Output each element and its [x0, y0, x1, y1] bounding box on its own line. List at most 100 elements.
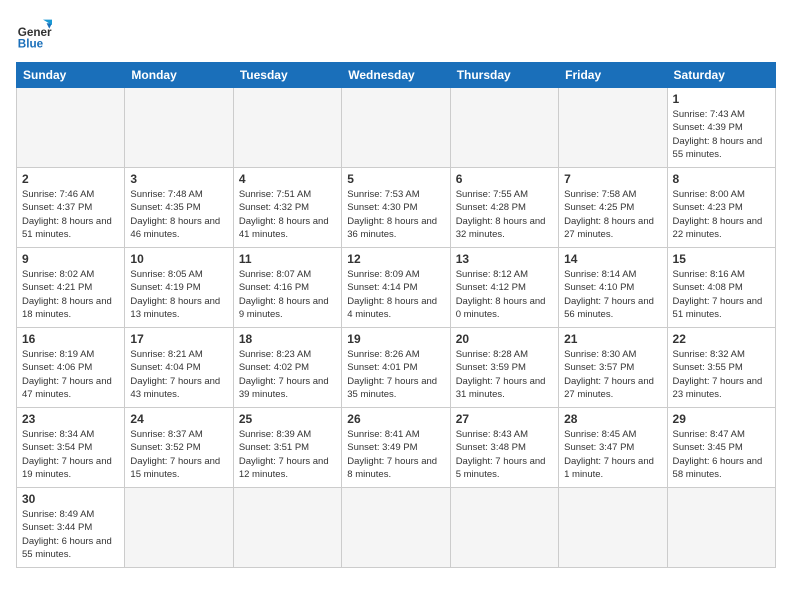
- day-info: Sunrise: 8:43 AM Sunset: 3:48 PM Dayligh…: [456, 428, 553, 481]
- day-cell: [17, 88, 125, 168]
- day-info: Sunrise: 7:51 AM Sunset: 4:32 PM Dayligh…: [239, 188, 336, 241]
- day-cell: 17Sunrise: 8:21 AM Sunset: 4:04 PM Dayli…: [125, 328, 233, 408]
- day-number: 25: [239, 412, 336, 426]
- day-info: Sunrise: 8:47 AM Sunset: 3:45 PM Dayligh…: [673, 428, 770, 481]
- logo-icon: General Blue: [16, 16, 52, 52]
- day-number: 6: [456, 172, 553, 186]
- day-cell: [559, 488, 667, 568]
- day-cell: 30 Sunrise: 8:49 AM Sunset: 3:44 PM Dayli…: [17, 488, 125, 568]
- day-info: Sunrise: 8:32 AM Sunset: 3:55 PM Dayligh…: [673, 348, 770, 401]
- day-cell: 21Sunrise: 8:30 AM Sunset: 3:57 PM Dayli…: [559, 328, 667, 408]
- day-cell: 18Sunrise: 8:23 AM Sunset: 4:02 PM Dayli…: [233, 328, 341, 408]
- day-cell: 26 Sunrise: 8:41 AM Sunset: 3:49 PM Dayli…: [342, 408, 450, 488]
- day-number: 23: [22, 412, 119, 426]
- day-info: Sunrise: 8:19 AM Sunset: 4:06 PM Dayligh…: [22, 348, 119, 401]
- day-cell: 10Sunrise: 8:05 AM Sunset: 4:19 PM Dayli…: [125, 248, 233, 328]
- day-number: 28: [564, 412, 661, 426]
- calendar: SundayMondayTuesdayWednesdayThursdayFrid…: [16, 62, 776, 568]
- day-info: Sunrise: 7:53 AM Sunset: 4:30 PM Dayligh…: [347, 188, 444, 241]
- day-number: 24: [130, 412, 227, 426]
- day-number: 13: [456, 252, 553, 266]
- day-number: 12: [347, 252, 444, 266]
- day-info: Sunrise: 8:16 AM Sunset: 4:08 PM Dayligh…: [673, 268, 770, 321]
- day-info: Sunrise: 7:46 AM Sunset: 4:37 PM Dayligh…: [22, 188, 119, 241]
- day-number: 26: [347, 412, 444, 426]
- day-cell: 27 Sunrise: 8:43 AM Sunset: 3:48 PM Dayli…: [450, 408, 558, 488]
- day-cell: 14 Sunrise: 8:14 AM Sunset: 4:10 PM Dayli…: [559, 248, 667, 328]
- day-cell: 15 Sunrise: 8:16 AM Sunset: 4:08 PM Dayli…: [667, 248, 775, 328]
- day-info: Sunrise: 8:21 AM Sunset: 4:04 PM Dayligh…: [130, 348, 227, 401]
- day-number: 14: [564, 252, 661, 266]
- day-cell: [667, 488, 775, 568]
- day-cell: 8Sunrise: 8:00 AM Sunset: 4:23 PM Daylig…: [667, 168, 775, 248]
- day-cell: 13 Sunrise: 8:12 AM Sunset: 4:12 PM Dayli…: [450, 248, 558, 328]
- day-number: 7: [564, 172, 661, 186]
- day-info: Sunrise: 8:14 AM Sunset: 4:10 PM Dayligh…: [564, 268, 661, 321]
- day-cell: 28Sunrise: 8:45 AM Sunset: 3:47 PM Dayli…: [559, 408, 667, 488]
- day-cell: [125, 88, 233, 168]
- weekday-monday: Monday: [125, 63, 233, 88]
- day-info: Sunrise: 8:07 AM Sunset: 4:16 PM Dayligh…: [239, 268, 336, 321]
- day-cell: 1 Sunrise: 7:43 AM Sunset: 4:39 PM Daylig…: [667, 88, 775, 168]
- weekday-tuesday: Tuesday: [233, 63, 341, 88]
- logo: General Blue: [16, 16, 52, 52]
- day-number: 19: [347, 332, 444, 346]
- weekday-sunday: Sunday: [17, 63, 125, 88]
- day-info: Sunrise: 8:49 AM Sunset: 3:44 PM Dayligh…: [22, 508, 119, 561]
- day-cell: [233, 488, 341, 568]
- day-info: Sunrise: 8:00 AM Sunset: 4:23 PM Dayligh…: [673, 188, 770, 241]
- day-cell: [450, 488, 558, 568]
- day-info: Sunrise: 8:34 AM Sunset: 3:54 PM Dayligh…: [22, 428, 119, 481]
- week-row-5: 23 Sunrise: 8:34 AM Sunset: 3:54 PM Dayli…: [17, 408, 776, 488]
- day-cell: [559, 88, 667, 168]
- day-info: Sunrise: 8:28 AM Sunset: 3:59 PM Dayligh…: [456, 348, 553, 401]
- day-info: Sunrise: 8:41 AM Sunset: 3:49 PM Dayligh…: [347, 428, 444, 481]
- day-cell: 24Sunrise: 8:37 AM Sunset: 3:52 PM Dayli…: [125, 408, 233, 488]
- day-number: 1: [673, 92, 770, 106]
- day-number: 15: [673, 252, 770, 266]
- weekday-friday: Friday: [559, 63, 667, 88]
- day-number: 10: [130, 252, 227, 266]
- week-row-3: 9Sunrise: 8:02 AM Sunset: 4:21 PM Daylig…: [17, 248, 776, 328]
- day-cell: 22 Sunrise: 8:32 AM Sunset: 3:55 PM Dayli…: [667, 328, 775, 408]
- day-number: 30: [22, 492, 119, 506]
- weekday-wednesday: Wednesday: [342, 63, 450, 88]
- day-number: 29: [673, 412, 770, 426]
- day-number: 20: [456, 332, 553, 346]
- week-row-4: 16Sunrise: 8:19 AM Sunset: 4:06 PM Dayli…: [17, 328, 776, 408]
- page: General Blue SundayMondayTuesdayWednesda…: [0, 0, 792, 612]
- day-cell: [342, 88, 450, 168]
- day-number: 11: [239, 252, 336, 266]
- day-number: 22: [673, 332, 770, 346]
- day-cell: 20 Sunrise: 8:28 AM Sunset: 3:59 PM Dayli…: [450, 328, 558, 408]
- day-info: Sunrise: 7:58 AM Sunset: 4:25 PM Dayligh…: [564, 188, 661, 241]
- day-cell: 11 Sunrise: 8:07 AM Sunset: 4:16 PM Dayli…: [233, 248, 341, 328]
- day-info: Sunrise: 7:55 AM Sunset: 4:28 PM Dayligh…: [456, 188, 553, 241]
- day-number: 27: [456, 412, 553, 426]
- day-info: Sunrise: 7:43 AM Sunset: 4:39 PM Dayligh…: [673, 108, 770, 161]
- day-info: Sunrise: 8:09 AM Sunset: 4:14 PM Dayligh…: [347, 268, 444, 321]
- day-number: 2: [22, 172, 119, 186]
- day-cell: [233, 88, 341, 168]
- day-cell: 4Sunrise: 7:51 AM Sunset: 4:32 PM Daylig…: [233, 168, 341, 248]
- day-info: Sunrise: 8:26 AM Sunset: 4:01 PM Dayligh…: [347, 348, 444, 401]
- day-cell: 29 Sunrise: 8:47 AM Sunset: 3:45 PM Dayli…: [667, 408, 775, 488]
- weekday-thursday: Thursday: [450, 63, 558, 88]
- day-cell: 5Sunrise: 7:53 AM Sunset: 4:30 PM Daylig…: [342, 168, 450, 248]
- day-cell: 9Sunrise: 8:02 AM Sunset: 4:21 PM Daylig…: [17, 248, 125, 328]
- day-cell: 6 Sunrise: 7:55 AM Sunset: 4:28 PM Daylig…: [450, 168, 558, 248]
- day-cell: 25 Sunrise: 8:39 AM Sunset: 3:51 PM Dayli…: [233, 408, 341, 488]
- day-info: Sunrise: 8:12 AM Sunset: 4:12 PM Dayligh…: [456, 268, 553, 321]
- day-info: Sunrise: 8:30 AM Sunset: 3:57 PM Dayligh…: [564, 348, 661, 401]
- day-cell: 7 Sunrise: 7:58 AM Sunset: 4:25 PM Daylig…: [559, 168, 667, 248]
- day-cell: 23 Sunrise: 8:34 AM Sunset: 3:54 PM Dayli…: [17, 408, 125, 488]
- header: General Blue: [16, 16, 776, 52]
- day-number: 18: [239, 332, 336, 346]
- svg-text:Blue: Blue: [18, 38, 44, 51]
- day-info: Sunrise: 8:39 AM Sunset: 3:51 PM Dayligh…: [239, 428, 336, 481]
- day-info: Sunrise: 8:02 AM Sunset: 4:21 PM Dayligh…: [22, 268, 119, 321]
- day-cell: [450, 88, 558, 168]
- day-number: 3: [130, 172, 227, 186]
- day-cell: [342, 488, 450, 568]
- day-cell: [125, 488, 233, 568]
